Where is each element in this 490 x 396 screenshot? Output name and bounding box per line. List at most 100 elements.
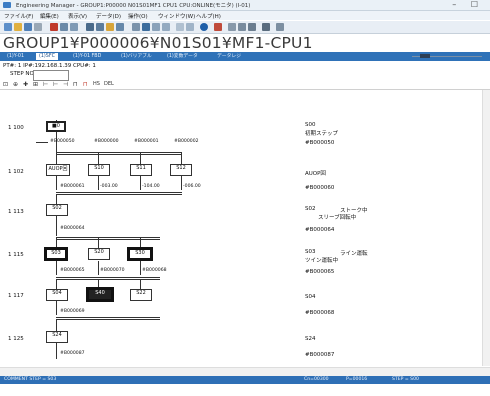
print-icon[interactable] — [34, 23, 42, 31]
link-icon[interactable] — [276, 23, 284, 31]
step-comment-id: AUOP回 — [305, 171, 326, 177]
row-number: 1 100 — [8, 125, 24, 131]
copy-icon[interactable] — [60, 23, 68, 31]
menu-bar: ファイル(F) 編集(E) 表示(V) データ(D) 操作(O) ウィンドウ(W… — [0, 11, 490, 20]
tab-variable[interactable]: (1)バリアブル — [118, 53, 155, 60]
monitor-icon[interactable] — [132, 23, 140, 31]
tab-data-reg[interactable]: データレジ — [214, 53, 244, 60]
status-bar: COMMENT STEP = S03 Cn=00300 P=00016 STEP… — [0, 376, 490, 384]
step-box[interactable]: S12 — [170, 164, 192, 176]
find-icon[interactable] — [106, 23, 114, 31]
paste-icon[interactable] — [70, 23, 78, 31]
transition-comment: #B000087 — [305, 352, 335, 358]
end-step-icon[interactable]: ⊓ — [83, 81, 88, 88]
transition-comment: #B000050 — [305, 140, 335, 146]
step-icon[interactable] — [228, 23, 236, 31]
transition-label: #B000070 — [100, 268, 125, 273]
compare-icon[interactable] — [186, 23, 194, 31]
branch-left-icon[interactable]: ⊢ — [43, 81, 48, 88]
transition-label: #B000069 — [60, 309, 85, 314]
menu-file[interactable]: ファイル(F) — [4, 12, 33, 20]
delete-button[interactable]: DEL — [104, 81, 114, 87]
branch-icon[interactable] — [248, 23, 256, 31]
step-box[interactable]: S20 — [88, 248, 110, 260]
jump-icon[interactable] — [262, 23, 270, 31]
bottom-margin — [0, 384, 490, 396]
info-icon[interactable] — [200, 23, 208, 31]
hs-button[interactable]: HS — [93, 81, 100, 87]
transition-label: #B000001 — [134, 139, 159, 144]
menu-window[interactable]: ウィンドウ(W) — [158, 12, 195, 20]
grid-icon[interactable] — [86, 23, 94, 31]
open-icon[interactable] — [14, 23, 22, 31]
window-controls[interactable]: – ☐ — [452, 0, 484, 9]
add-branch-icon[interactable]: ⊞ — [33, 81, 38, 88]
transition-label: #B000002 — [174, 139, 199, 144]
active-step-box[interactable]: S03 — [44, 247, 68, 261]
horizontal-scrollbar[interactable] — [0, 367, 490, 376]
step-comment-id: S24 — [305, 336, 316, 342]
toolbar — [0, 21, 490, 34]
step-comment-id: S04 — [305, 294, 316, 300]
step-box[interactable]: S22 — [130, 289, 152, 301]
menu-view[interactable]: 表示(V) — [68, 12, 87, 20]
status-cn: Cn=00300 — [304, 377, 329, 382]
vertical-scrollbar[interactable] — [482, 90, 490, 366]
title-bar: Engineering Manager - GROUP1:P00000 N01S… — [0, 0, 490, 11]
window-title: Engineering Manager - GROUP1:P00000 N01S… — [16, 3, 251, 9]
step-box[interactable]: AUOP回 — [46, 164, 70, 176]
tab-fbd[interactable]: (1)Y-01 FBD — [70, 53, 104, 60]
upload-icon[interactable] — [162, 23, 170, 31]
transition-label: -006.00 — [183, 184, 201, 189]
transition-label: -104.00 — [142, 184, 160, 189]
zoom-slider-thumb[interactable] — [420, 54, 430, 58]
step-comment: 初期ステップ — [305, 131, 339, 137]
transition-comment: #B000065 — [305, 269, 335, 275]
active-step-box[interactable]: S40 — [86, 287, 114, 302]
step-comment-2: ストーク中 — [340, 208, 368, 214]
zoom-icon[interactable] — [176, 23, 184, 31]
step-comment: スリーブ回転中 — [318, 215, 357, 221]
row-number: 1 117 — [8, 293, 24, 299]
menu-data[interactable]: データ(D) — [96, 12, 121, 20]
step-box[interactable]: S24 — [46, 331, 68, 343]
plc-info: PT#: 1 IP#:192.168.1.39 CPU#: 1 — [3, 63, 96, 69]
menu-operate[interactable]: 操作(O) — [128, 12, 148, 20]
step-box[interactable]: S11 — [130, 164, 152, 176]
menu-edit[interactable]: 編集(E) — [40, 12, 59, 20]
step-comment-2: ライン運転 — [340, 251, 368, 257]
initial-step[interactable]: ■0 — [46, 121, 66, 132]
transition-label: #B000068 — [142, 268, 167, 273]
step-box[interactable]: S10 — [88, 164, 110, 176]
join-icon[interactable]: ⊣ — [63, 81, 68, 88]
transition-label: #B000000 — [94, 139, 119, 144]
row-number: 1 113 — [8, 209, 24, 215]
step-box[interactable]: S02 — [46, 204, 68, 216]
step-box[interactable]: S04 — [46, 289, 68, 301]
cut-icon[interactable] — [50, 23, 58, 31]
sfc-toolbar: ⊡ ⊕ ✚ ⊞ ⊢ ⊢ ⊣ ⊓ ⊓ HS DEL — [0, 80, 490, 90]
download-icon[interactable] — [152, 23, 160, 31]
transition-icon[interactable] — [238, 23, 246, 31]
jump-step-icon[interactable]: ⊓ — [73, 81, 78, 88]
tab-y01[interactable]: (1)Y-01 — [4, 53, 27, 60]
sfc-diagram[interactable]: 1 100 ■0 #B000050 #B000000 #B000001 #B00… — [0, 90, 482, 366]
save-icon[interactable] — [24, 23, 32, 31]
table-icon[interactable] — [96, 23, 104, 31]
add-step-icon[interactable]: ⊕ — [13, 81, 18, 88]
step-no-label: STEP NO. — [10, 71, 36, 77]
replace-icon[interactable] — [116, 23, 124, 31]
new-icon[interactable] — [4, 23, 12, 31]
menu-help[interactable]: ヘルプ(H) — [196, 12, 221, 20]
transition-label: #B000061 — [60, 184, 85, 189]
active-step-box[interactable]: S30 — [127, 247, 153, 261]
transition-label: #B000065 — [60, 268, 85, 273]
stop-icon[interactable] — [214, 23, 222, 31]
add-transition-icon[interactable]: ✚ — [23, 81, 28, 88]
branch-right-icon[interactable]: ⊢ — [53, 81, 58, 88]
select-icon[interactable]: ⊡ — [3, 81, 8, 88]
tab-sfc[interactable]: (1)SFC — [36, 53, 58, 60]
tab-var-data[interactable]: (1)変数データ — [164, 53, 201, 60]
status-position: P=00016 — [346, 377, 368, 382]
online-icon[interactable] — [142, 23, 150, 31]
